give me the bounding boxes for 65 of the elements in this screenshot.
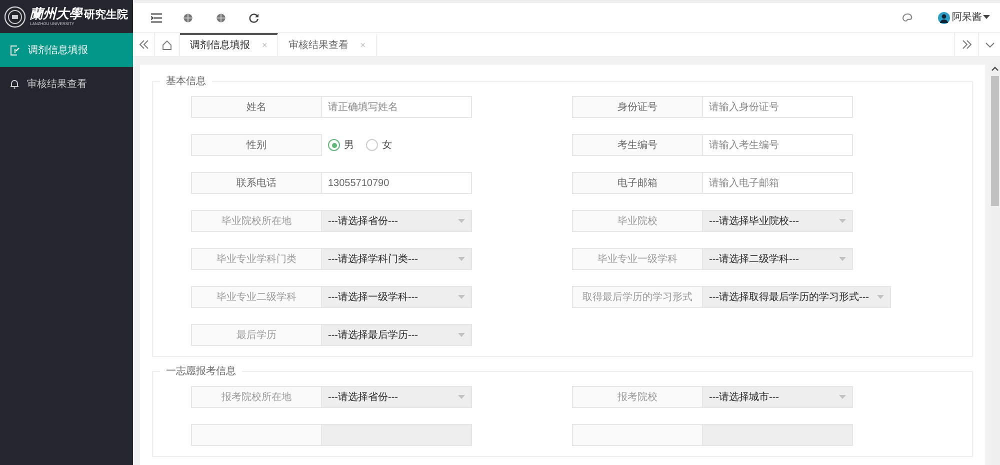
select-field[interactable]: ---请选择一级学科--- bbox=[322, 286, 472, 308]
field-label: 身份证号 bbox=[572, 96, 703, 118]
select-field[interactable]: ---请选择二级学科--- bbox=[703, 248, 853, 270]
text-field[interactable]: 请输入考生编号 bbox=[703, 134, 853, 156]
home-icon bbox=[162, 40, 172, 50]
text-field[interactable]: 请输入身份证号 bbox=[703, 96, 853, 118]
bell-icon bbox=[10, 79, 19, 89]
dropdown-arrow-icon bbox=[876, 295, 884, 299]
select-field[interactable]: ---请选择省份--- bbox=[322, 386, 472, 408]
select-field[interactable] bbox=[322, 424, 472, 446]
field-label: 毕业院校所在地 bbox=[191, 210, 322, 232]
text-field[interactable]: 13055710790 bbox=[322, 172, 472, 194]
logo-subtitle: 研究生院 bbox=[84, 10, 128, 20]
dropdown-arrow-icon bbox=[458, 219, 465, 223]
field-label: 毕业专业二级学科 bbox=[191, 286, 322, 308]
section-legend: 一志愿报考信息 bbox=[160, 365, 242, 378]
field-label: 取得最后学历的学习形式 bbox=[572, 286, 703, 308]
double-chevron-left-icon bbox=[138, 40, 148, 49]
menu-icon[interactable] bbox=[151, 12, 162, 22]
section-legend: 基本信息 bbox=[160, 75, 212, 88]
select-field[interactable]: ---请选择毕业院校--- bbox=[703, 210, 853, 232]
field-label: 毕业专业学科门类 bbox=[191, 248, 322, 270]
sidebar-item[interactable]: 调剂信息填报 bbox=[0, 33, 133, 67]
select-field[interactable]: ---请选择省份--- bbox=[322, 210, 472, 232]
tab[interactable]: 审核结果查看 × bbox=[278, 33, 377, 56]
university-seal-icon bbox=[4, 6, 26, 28]
text-field[interactable]: 请输入电子邮箱 bbox=[703, 172, 853, 194]
dropdown-arrow-icon bbox=[458, 257, 465, 261]
select-field[interactable]: ---请选择城市--- bbox=[703, 386, 853, 408]
avatar-icon[interactable] bbox=[938, 12, 950, 24]
user-menu[interactable]: 阿呆酱 bbox=[952, 10, 990, 25]
refresh-icon[interactable] bbox=[249, 12, 259, 22]
dropdown-arrow-icon bbox=[458, 395, 465, 399]
palette-icon[interactable] bbox=[902, 12, 913, 22]
chevron-down-icon bbox=[984, 42, 994, 48]
field-label: 电子邮箱 bbox=[572, 172, 703, 194]
radio-option[interactable]: 男 bbox=[328, 138, 354, 152]
dropdown-arrow-icon bbox=[839, 257, 846, 261]
select-field[interactable]: ---请选择最后学历--- bbox=[322, 324, 472, 346]
field-label: 毕业专业一级学科 bbox=[572, 248, 703, 270]
sidebar-item[interactable]: 审核结果查看 bbox=[0, 67, 133, 101]
double-chevron-right-icon bbox=[962, 40, 972, 49]
select-field[interactable] bbox=[703, 424, 853, 446]
radio-option[interactable]: 女 bbox=[366, 138, 392, 152]
select-field[interactable]: ---请选择取得最后学历的学习形式--- bbox=[703, 286, 891, 308]
field-label: 姓名 bbox=[191, 96, 322, 118]
caret-icon bbox=[983, 15, 990, 20]
field-label: 性别 bbox=[191, 134, 322, 156]
scrollbar-thumb[interactable] bbox=[991, 76, 999, 206]
select-field[interactable]: ---请选择学科门类--- bbox=[322, 248, 472, 270]
dropdown-arrow-icon bbox=[839, 395, 846, 399]
field-label: 毕业院校 bbox=[572, 210, 703, 232]
text-field[interactable]: 请正确填写姓名 bbox=[322, 96, 472, 118]
dropdown-arrow-icon bbox=[458, 333, 465, 337]
dropdown-arrow-icon bbox=[839, 219, 846, 223]
dropdown-arrow-icon bbox=[458, 295, 465, 299]
document-edit-icon bbox=[10, 44, 20, 56]
logo-title: 蘭州大學 bbox=[30, 8, 82, 20]
field-label: 联系电话 bbox=[191, 172, 322, 194]
field-label: 报考院校所在地 bbox=[191, 386, 322, 408]
globe-icon[interactable] bbox=[183, 12, 193, 22]
field-label: 报考院校 bbox=[572, 386, 703, 408]
field-label: 最后学历 bbox=[191, 324, 322, 346]
field-label: 考生编号 bbox=[572, 134, 703, 156]
globe-icon[interactable] bbox=[216, 12, 226, 22]
